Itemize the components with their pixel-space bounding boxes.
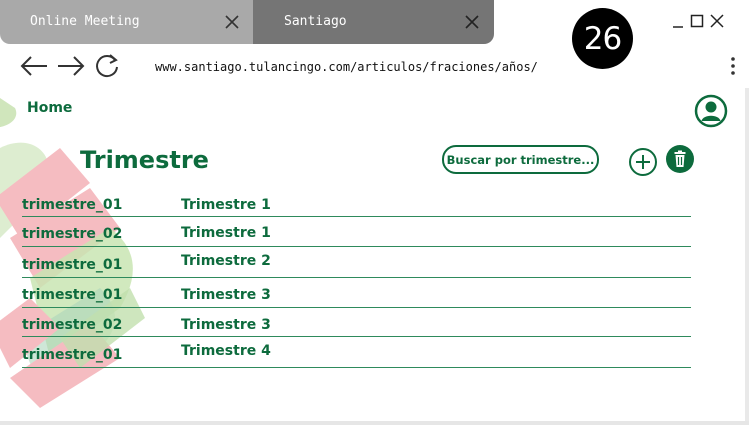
tab-bar: Online Meeting Santiago [0, 0, 749, 44]
table-row[interactable]: trimestre_01 Trimestre 1 [22, 189, 691, 217]
table-row[interactable]: trimestre_02 Trimestre 3 [22, 308, 691, 337]
row-id: trimestre_01 [22, 257, 123, 273]
tab-title: Santiago [284, 14, 347, 29]
plus-circle-icon[interactable] [628, 147, 658, 177]
window-edge [0, 421, 749, 425]
address-bar[interactable]: www.santiago.tulancingo.com/articulos/fr… [155, 60, 538, 74]
tab-online-meeting[interactable]: Online Meeting [0, 0, 253, 44]
table-row[interactable]: trimestre_02 Trimestre 1 [22, 217, 691, 247]
step-number-badge: 26 [572, 8, 633, 69]
close-icon[interactable] [221, 11, 243, 33]
trash-icon[interactable] [665, 144, 695, 174]
page-title: Trimestre [80, 146, 209, 174]
table-row[interactable]: trimestre_01 Trimestre 3 [22, 278, 691, 308]
reload-icon[interactable] [92, 51, 124, 81]
row-name: Trimestre 1 [181, 225, 271, 241]
kebab-menu-icon[interactable] [726, 55, 740, 77]
row-name: Trimestre 3 [181, 287, 271, 303]
arrow-left-icon[interactable] [18, 51, 50, 81]
window-close-icon[interactable] [708, 12, 726, 30]
user-icon[interactable] [694, 94, 728, 128]
row-name: Trimestre 4 [181, 343, 271, 359]
table-row[interactable]: trimestre_01 Trimestre 2 [22, 247, 691, 278]
window-edge [745, 88, 749, 425]
close-icon[interactable] [461, 11, 483, 33]
row-name: Trimestre 2 [181, 253, 271, 269]
row-id: trimestre_01 [22, 197, 123, 213]
minimize-icon[interactable] [670, 12, 688, 30]
maximize-icon[interactable] [689, 12, 707, 30]
row-id: trimestre_02 [22, 317, 123, 333]
home-link[interactable]: Home [27, 100, 72, 116]
page-content: Home Trimestre Buscar por trimestre... t… [0, 88, 749, 425]
search-button[interactable]: Buscar por trimestre... [442, 145, 599, 174]
row-id: trimestre_01 [22, 347, 123, 363]
tab-title: Online Meeting [30, 14, 140, 29]
arrow-right-icon[interactable] [55, 51, 87, 81]
table-row[interactable]: trimestre_01 Trimestre 4 [22, 337, 691, 368]
row-name: Trimestre 3 [181, 317, 271, 333]
row-id: trimestre_01 [22, 287, 123, 303]
row-id: trimestre_02 [22, 226, 123, 242]
tab-santiago[interactable]: Santiago [253, 0, 494, 44]
row-name: Trimestre 1 [181, 197, 271, 213]
